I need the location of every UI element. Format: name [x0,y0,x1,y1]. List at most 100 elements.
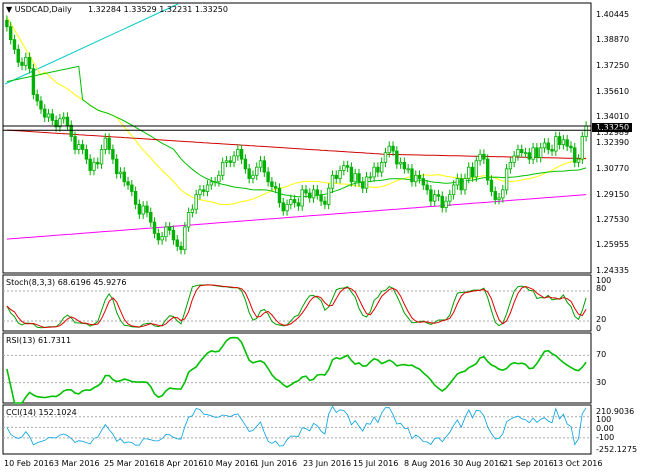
cci-pane[interactable] [2,404,592,455]
candle [164,226,168,238]
candle [84,149,89,160]
candle [194,194,198,210]
cci-axis-neg100: -100 [596,433,614,442]
candle [557,136,562,146]
time-tick: 10 May 2016 [203,459,255,468]
candle [470,166,475,178]
candle [395,150,399,165]
candle [251,174,255,179]
candle [258,160,263,168]
candle [455,178,460,186]
stoch-label: Stoch(8,3,3) 68.6196 45.9276 [6,278,126,287]
candle [73,136,77,150]
candle [20,61,24,66]
level-price: 1.32989 [596,128,629,137]
price-axis[interactable]: 1.40445 1.38870 1.37250 1.35610 1.34010 … [592,10,632,275]
candle [149,212,153,223]
cci-axis-0: 0.00 [596,424,614,433]
candle [482,153,486,160]
candle [580,136,585,160]
candle [156,233,161,241]
candle [573,147,577,163]
candle [436,194,441,197]
stoch-axis-20: 20 [596,315,606,324]
candle [266,171,270,183]
ohlc-readout: 1.32284 1.33529 1.32231 1.33250 [88,5,228,14]
candle [255,166,259,176]
candle [387,145,391,154]
rsi-pane[interactable] [2,332,592,404]
candle [485,158,490,181]
candle [379,161,384,173]
candle [247,168,251,179]
candle [451,184,456,196]
candle [330,174,335,189]
candle [160,236,164,241]
cci-axis-min: -252.1275 [596,445,637,454]
candle [304,189,308,194]
candle [493,191,497,200]
price-tick: 1.30770 [596,164,629,173]
candle [308,192,312,199]
candle [478,153,482,162]
trading-chart[interactable]: ▼ USDCAD,Daily 1.32284 1.33529 1.32231 1… [0,0,667,474]
candle [213,181,217,184]
candle [383,152,388,163]
candle [527,152,532,160]
candle [167,226,172,231]
candle [523,152,528,155]
candle [77,144,81,150]
candle [96,161,100,165]
candle [508,161,513,170]
price-tick: 1.38870 [596,35,629,44]
time-tick: 23 Jun 2016 [303,459,351,468]
candle [202,189,206,192]
rsi-axis-30: 30 [596,378,606,387]
time-tick: 15 Jul 2016 [353,459,398,468]
candle [111,149,115,160]
candle [406,168,410,171]
rsi-layer [3,336,591,404]
candle [319,194,323,202]
candle [402,161,407,170]
candle [114,158,119,175]
candle [88,158,92,171]
candle [440,195,444,209]
candle [554,136,558,152]
candle [281,202,285,212]
candle [569,145,573,149]
candle [12,39,17,50]
ma-green-line [6,65,587,198]
candle [542,142,547,149]
candle [228,160,232,163]
candle [137,203,142,215]
candle [24,56,28,66]
time-axis[interactable]: 10 Feb 2016 3 Mar 2016 25 Mar 2016 18 Ap… [4,459,602,468]
candle [224,160,229,163]
candle [349,166,354,183]
ma-red-line [6,129,587,160]
price-tick: 1.27530 [596,215,629,224]
candle [326,187,331,205]
candle [262,160,267,173]
candle [289,199,293,205]
candle [489,179,494,192]
candle [39,100,43,110]
candle [133,191,138,205]
time-tick: 13 Oct 2016 [553,459,602,468]
candle [296,202,301,207]
ma-yellow-line [6,16,587,206]
candle [46,113,51,118]
candle [179,245,183,250]
price-tick: 1.25955 [596,240,629,249]
candle [145,205,149,213]
candle [576,158,581,163]
candle [183,226,187,250]
candle [300,189,304,207]
time-tick: 3 Mar 2016 [54,459,100,468]
candle [186,212,191,228]
candle [80,144,85,150]
candle [444,200,448,209]
candle [323,200,327,205]
candle [27,56,32,70]
